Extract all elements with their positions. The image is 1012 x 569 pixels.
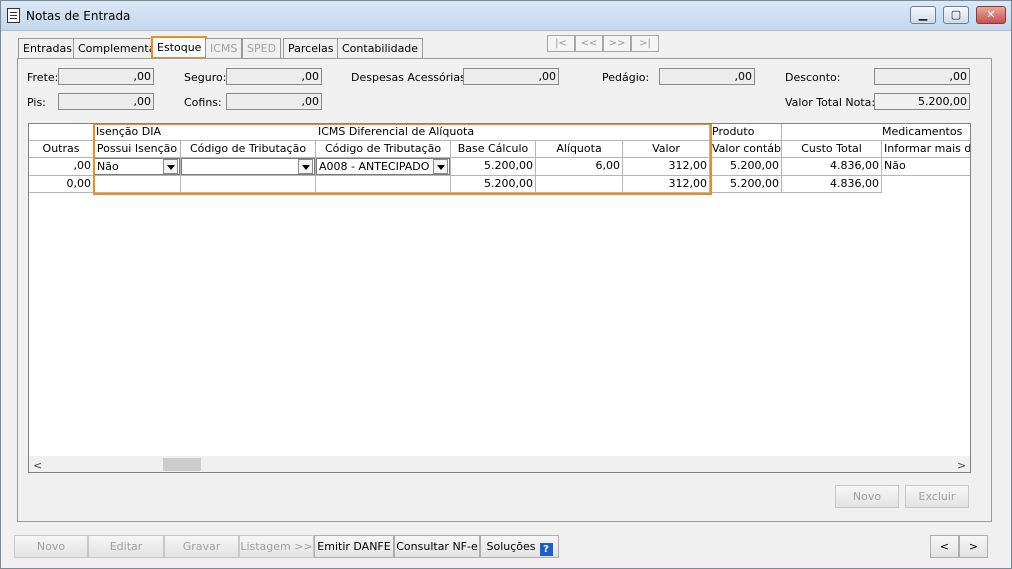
row1-possui-isencao-cell: Não	[94, 158, 181, 176]
row1-custo-total[interactable]: 4.836,00	[782, 158, 882, 176]
next-record-button[interactable]: >>	[603, 35, 631, 52]
title-bar: Notas de Entrada ▁ ▢ ✕	[1, 1, 1011, 31]
tab-sped[interactable]: SPED	[242, 38, 282, 59]
tab-parcelas[interactable]: Parcelas	[283, 38, 339, 59]
pedagio-field[interactable]: ,00	[659, 68, 755, 85]
valor-total-field: 5.200,00	[874, 93, 970, 110]
tab-entradas[interactable]: Entradas	[18, 38, 77, 59]
frete-field[interactable]: ,00	[58, 68, 154, 85]
emitir-danfe-button[interactable]: Emitir DANFE	[314, 535, 394, 558]
chevron-down-icon[interactable]	[433, 159, 448, 174]
solucoes-label: Soluções	[486, 540, 536, 553]
listagem-button[interactable]: Listagem >>	[239, 535, 314, 558]
column-header-aliquota[interactable]: Alíquota	[536, 141, 623, 158]
horizontal-scrollbar[interactable]: < >	[29, 456, 970, 472]
cofins-label: Cofins:	[184, 96, 222, 109]
row2-cod-trib-isencao	[181, 176, 316, 193]
group-header-isencao: Isenção DIA	[94, 124, 181, 141]
row1-valor[interactable]: 312,00	[623, 158, 710, 176]
grid-novo-button[interactable]: Novo	[835, 485, 899, 508]
cod-trib-isencao-select[interactable]	[181, 158, 315, 175]
column-header-informar[interactable]: Informar mais d	[882, 141, 970, 158]
column-header-possui-isencao[interactable]: Possui Isenção	[94, 141, 181, 158]
row2-valor[interactable]: 312,00	[623, 176, 710, 193]
pis-label: Pis:	[27, 96, 46, 109]
possui-isencao-value: Não	[97, 160, 119, 173]
row2-valor-contabil[interactable]: 5.200,00	[710, 176, 782, 193]
pis-field[interactable]: ,00	[58, 93, 154, 110]
row2-possui-isencao	[94, 176, 181, 193]
column-header-cod-trib-icms[interactable]: Código de Tributação	[316, 141, 451, 158]
row1-cod-trib-icms-cell: A008 - ANTECIPADO D	[316, 158, 451, 176]
despesas-label: Despesas Acessórias:	[351, 71, 470, 84]
help-icon: ?	[539, 543, 553, 556]
prev-record-button[interactable]: <<	[575, 35, 603, 52]
scroll-right-icon[interactable]: >	[957, 459, 966, 472]
pedagio-label: Pedágio:	[602, 71, 650, 84]
consultar-nfe-button[interactable]: Consultar NF-e	[394, 535, 480, 558]
row1-outras[interactable]: ,00	[29, 158, 94, 176]
group-header-icms-dif: ICMS Diferencial de Alíquota	[181, 124, 710, 141]
scroll-left-icon[interactable]: <	[33, 459, 42, 472]
column-header-custo-total[interactable]: Custo Total	[782, 141, 882, 158]
row2-aliquota	[536, 176, 623, 193]
gravar-button[interactable]: Gravar	[164, 535, 239, 558]
first-record-button[interactable]: |<	[547, 35, 575, 52]
tab-icms[interactable]: ICMS	[205, 38, 243, 59]
cod-trib-icms-value: A008 - ANTECIPADO D	[319, 160, 442, 173]
group-header-blank	[29, 124, 94, 141]
notas-entrada-window: Notas de Entrada ▁ ▢ ✕ Entradas Compleme…	[0, 0, 1012, 569]
tab-estoque[interactable]: Estoque	[151, 36, 208, 59]
column-header-cod-trib-isencao[interactable]: Código de Tributação	[181, 141, 316, 158]
column-header-outras[interactable]: Outras	[29, 141, 94, 158]
valor-total-label: Valor Total Nota:	[785, 96, 876, 109]
scroll-thumb[interactable]	[163, 458, 201, 471]
close-button[interactable]: ✕	[976, 6, 1006, 24]
maximize-button[interactable]: ▢	[943, 6, 969, 24]
desconto-label: Desconto:	[785, 71, 841, 84]
window-title: Notas de Entrada	[26, 9, 131, 23]
row1-base-calculo[interactable]: 5.200,00	[451, 158, 536, 176]
grid-excluir-button[interactable]: Excluir	[905, 485, 969, 508]
row1-aliquota[interactable]: 6,00	[536, 158, 623, 176]
row2-outras[interactable]: 0,00	[29, 176, 94, 193]
desconto-field[interactable]: ,00	[874, 68, 970, 85]
record-navigation: |< << >> >|	[547, 35, 659, 52]
document-icon	[7, 8, 20, 23]
editar-button[interactable]: Editar	[88, 535, 164, 558]
cofins-field[interactable]: ,00	[226, 93, 322, 110]
prev-page-button[interactable]: <	[930, 535, 959, 558]
novo-button[interactable]: Novo	[14, 535, 88, 558]
row2-custo-total[interactable]: 4.836,00	[782, 176, 882, 193]
row1-valor-contabil[interactable]: 5.200,00	[710, 158, 782, 176]
seguro-label: Seguro:	[184, 71, 227, 84]
frete-label: Frete:	[27, 71, 59, 84]
row1-informar[interactable]: Não	[882, 158, 970, 176]
row2-cod-trib-icms	[316, 176, 451, 193]
minimize-button[interactable]: ▁	[910, 6, 936, 24]
group-header-medicamentos: Medicamentos	[782, 124, 970, 141]
column-header-valor[interactable]: Valor	[623, 141, 710, 158]
next-page-button[interactable]: >	[959, 535, 988, 558]
seguro-field[interactable]: ,00	[226, 68, 322, 85]
group-header-produto: Produto	[710, 124, 782, 141]
column-header-valor-contabil[interactable]: Valor contábil	[710, 141, 782, 158]
tab-contabilidade[interactable]: Contabilidade	[337, 38, 424, 59]
row1-cod-trib-isencao-cell	[181, 158, 316, 176]
column-header-base-calculo[interactable]: Base Cálculo	[451, 141, 536, 158]
items-grid[interactable]: Isenção DIA ICMS Diferencial de Alíquota…	[28, 123, 971, 473]
chevron-down-icon[interactable]	[298, 159, 313, 174]
chevron-down-icon[interactable]	[163, 159, 178, 174]
despesas-field[interactable]: ,00	[463, 68, 559, 85]
solucoes-button[interactable]: Soluções?	[480, 535, 559, 558]
last-record-button[interactable]: >|	[631, 35, 659, 52]
cod-trib-icms-select[interactable]: A008 - ANTECIPADO D	[316, 158, 450, 175]
row2-base-calculo[interactable]: 5.200,00	[451, 176, 536, 193]
